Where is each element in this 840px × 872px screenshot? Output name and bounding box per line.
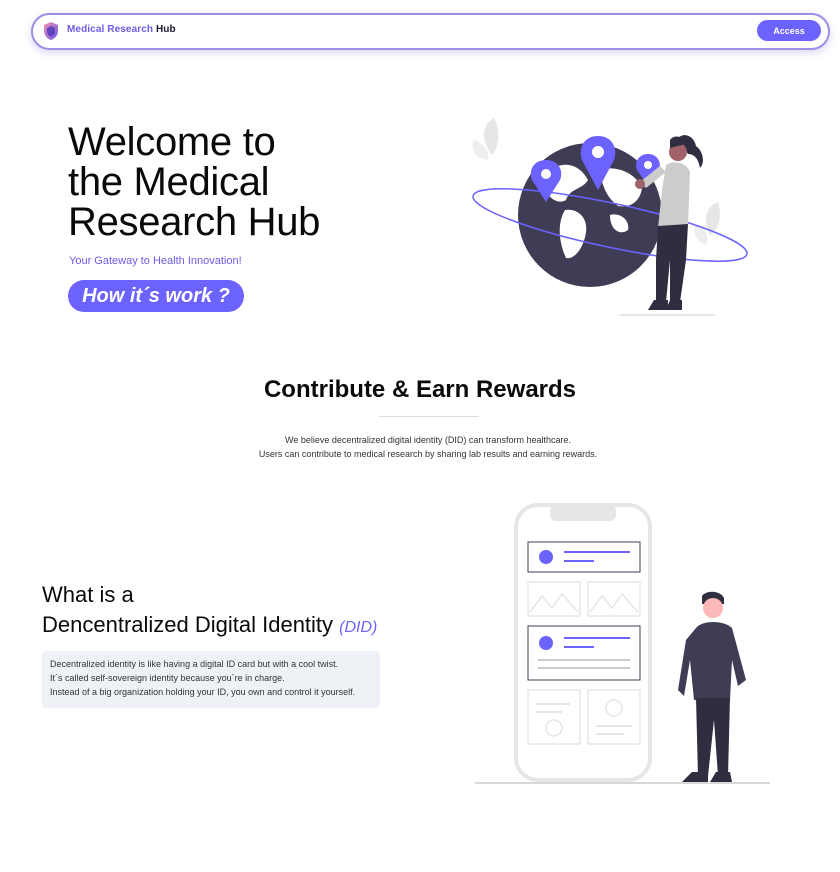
section-divider <box>379 416 479 417</box>
contribute-description: We believe decentralized digital identit… <box>0 433 840 461</box>
contribute-title: Contribute & Earn Rewards <box>263 376 577 403</box>
contribute-line-2: Users can contribute to medical research… <box>258 449 598 459</box>
contribute-line-1: We believe decentralized digital identit… <box>285 435 571 445</box>
how-it-works-button[interactable]: How it´s work ? <box>68 280 244 312</box>
did-description-box: Decentralized identity is like having a … <box>42 651 380 708</box>
brand-name-accent: Medical Research <box>67 24 154 35</box>
hero-subtitle: Your Gateway to Health Innovation! <box>69 255 242 267</box>
did-text-2: It´s called self-sovereign identity beca… <box>50 673 285 683</box>
brand-name-rest: Hub <box>153 24 176 35</box>
phone-with-person-illustration <box>475 503 770 784</box>
did-tag: (DID) <box>339 619 378 636</box>
hero-title-line-1: Welcome to <box>68 120 276 164</box>
hero-title-line-3: Research Hub <box>68 200 321 244</box>
hero-title: Welcome to the Medical Research Hub <box>68 122 368 242</box>
brand-name[interactable]: Medical Research Hub <box>67 24 176 35</box>
did-title-line-1: What is a <box>42 582 134 607</box>
access-button[interactable]: Access <box>757 20 821 41</box>
did-text-3: Instead of a big organization holding yo… <box>50 687 356 697</box>
did-text-1: Decentralized identity is like having a … <box>50 659 339 669</box>
did-title: What is a Dencentralized Digital Identit… <box>42 580 377 643</box>
did-title-line-2: Dencentralized Digital Identity <box>42 612 334 637</box>
shield-icon[interactable] <box>42 21 60 41</box>
top-navbar: Medical Research Hub Access <box>31 13 830 50</box>
hero-title-line-2: the Medical <box>68 160 270 204</box>
globe-with-map-pins-illustration <box>472 118 748 316</box>
